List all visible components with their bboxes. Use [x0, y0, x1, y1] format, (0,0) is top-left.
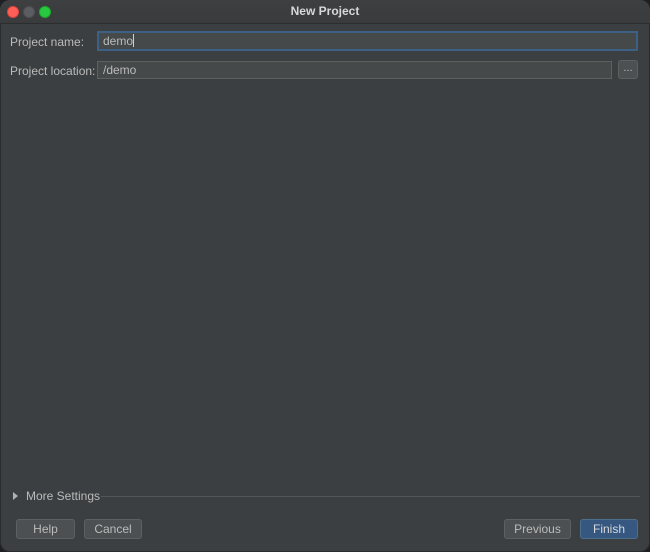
window-title: New Project	[290, 4, 360, 18]
help-button[interactable]: Help	[16, 519, 75, 539]
project-location-input[interactable]: /demo	[97, 61, 612, 79]
title-bar: New Project	[0, 0, 650, 24]
project-name-value: demo	[103, 34, 134, 48]
more-settings-label: More Settings	[26, 489, 101, 503]
project-location-label: Project location:	[10, 64, 96, 78]
expand-arrow-icon	[13, 492, 18, 500]
cancel-button[interactable]: Cancel	[84, 519, 142, 539]
new-project-dialog: New Project Project name: demo Project l…	[0, 0, 650, 552]
browse-location-button[interactable]: ...	[618, 60, 638, 79]
finish-button[interactable]: Finish	[580, 519, 638, 539]
project-name-label: Project name:	[10, 35, 85, 49]
project-location-value: /demo	[103, 63, 137, 77]
project-name-input[interactable]: demo	[97, 31, 638, 51]
text-caret	[133, 34, 135, 47]
previous-button[interactable]: Previous	[504, 519, 571, 539]
more-settings-toggle[interactable]: More Settings	[13, 489, 100, 503]
more-settings-separator	[101, 496, 640, 497]
